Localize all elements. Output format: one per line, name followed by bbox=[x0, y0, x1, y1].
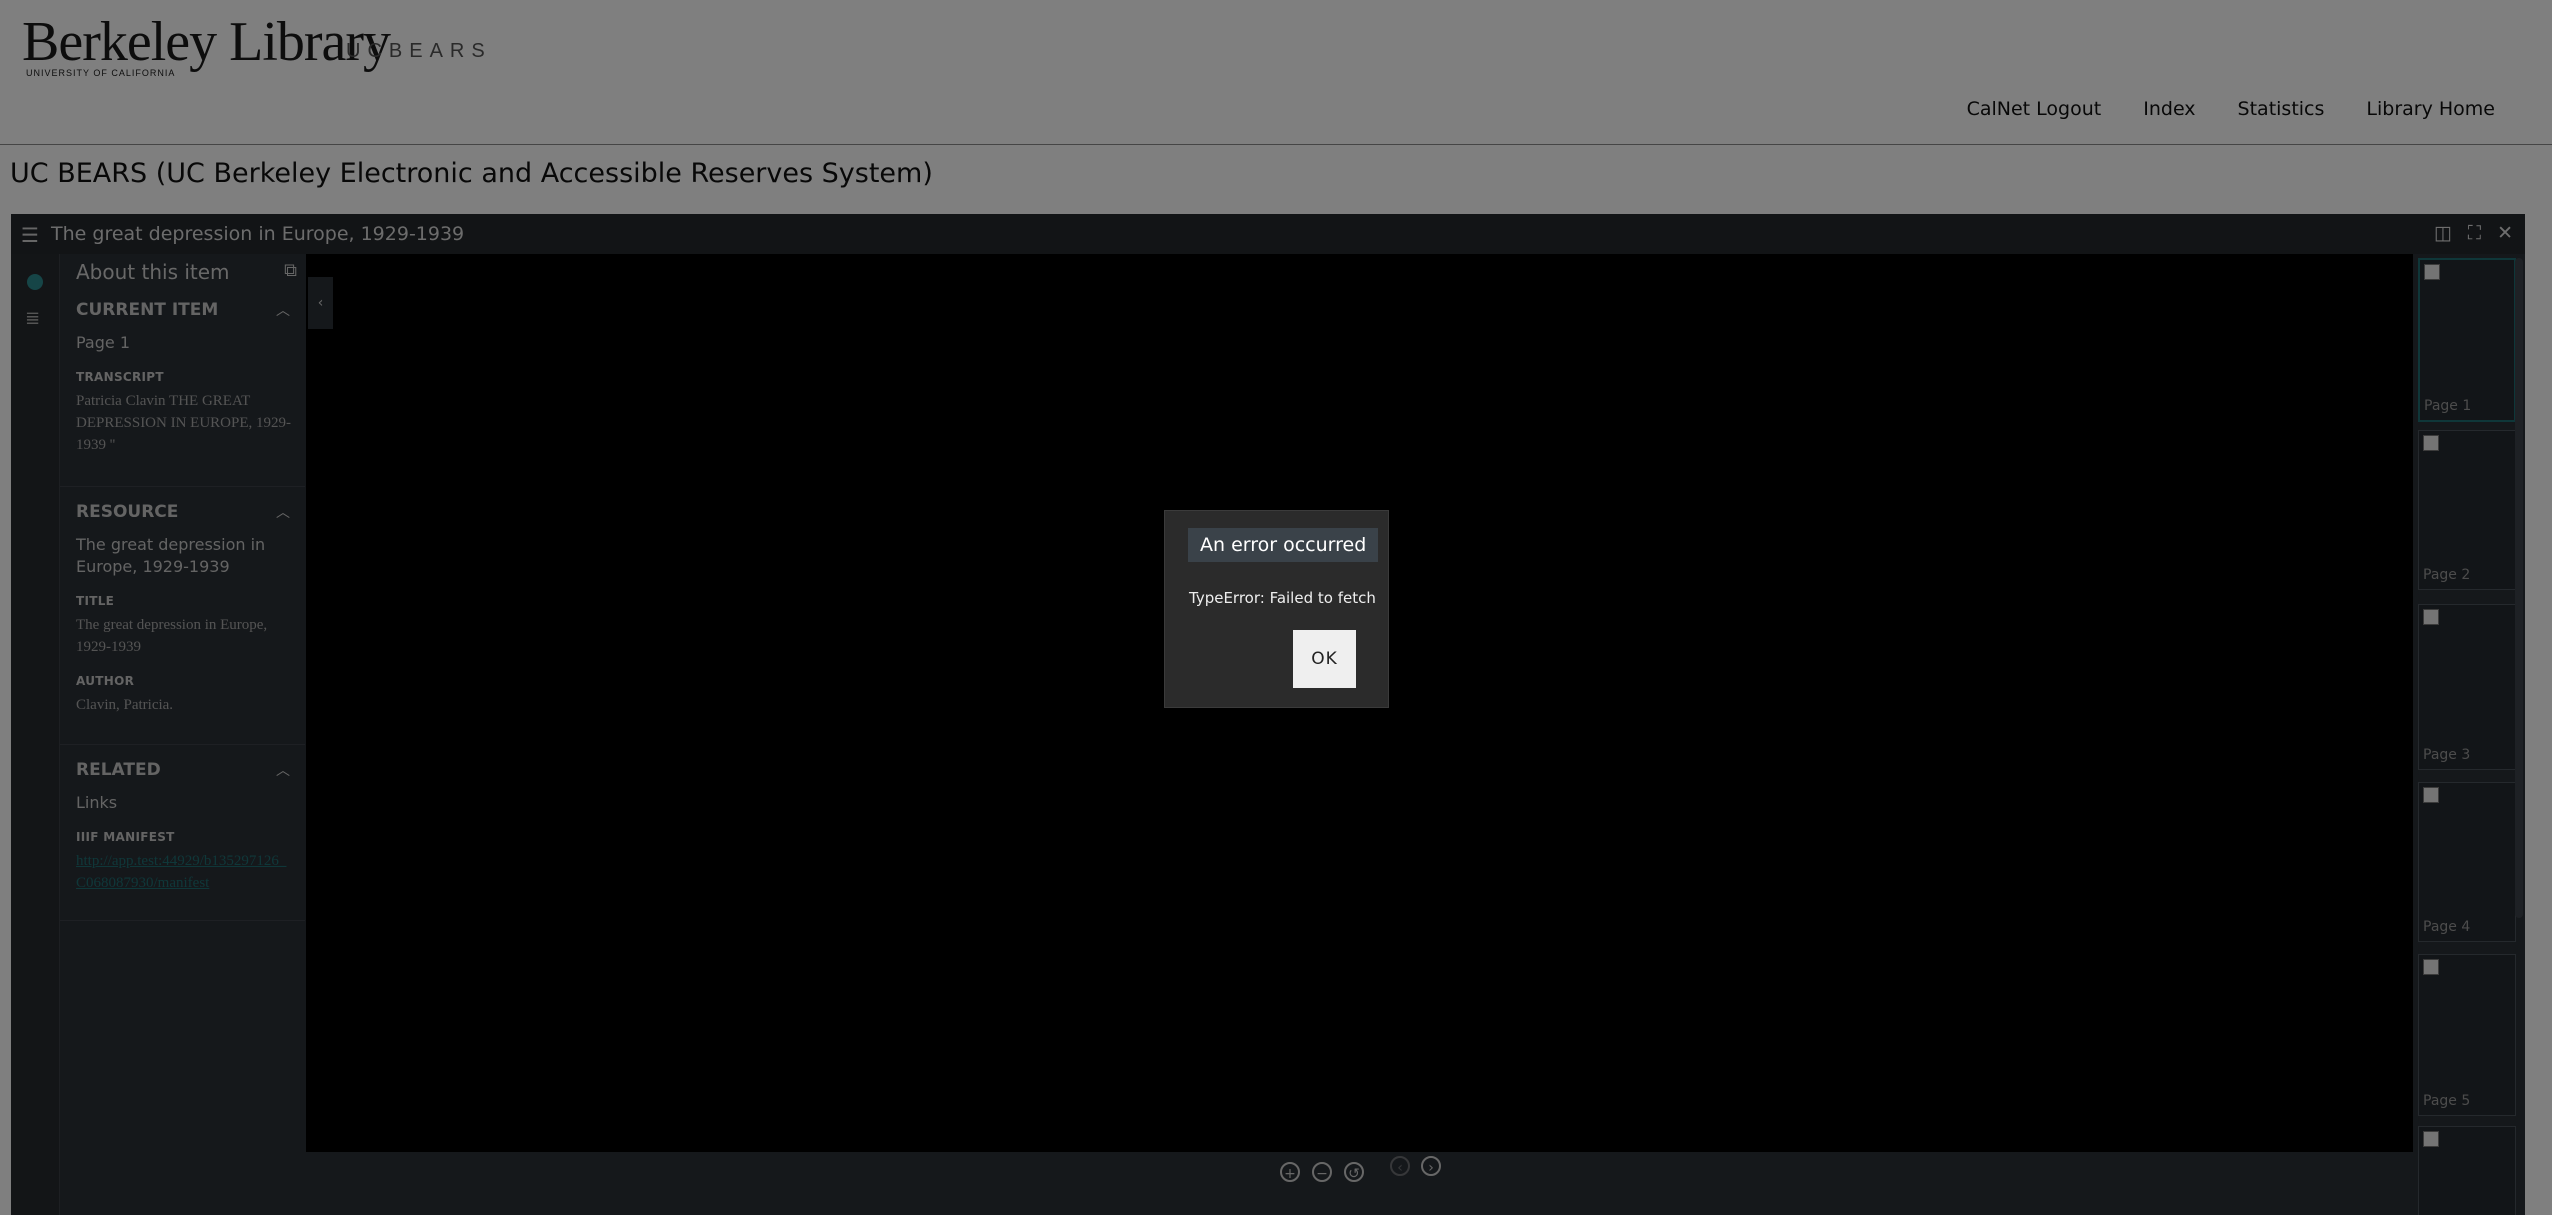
error-dialog: An error occurred TypeError: Failed to f… bbox=[1164, 510, 1389, 708]
dialog-title: An error occurred bbox=[1188, 528, 1379, 562]
ok-button[interactable]: OK bbox=[1293, 630, 1356, 688]
dialog-message: TypeError: Failed to fetch bbox=[1189, 589, 1376, 607]
